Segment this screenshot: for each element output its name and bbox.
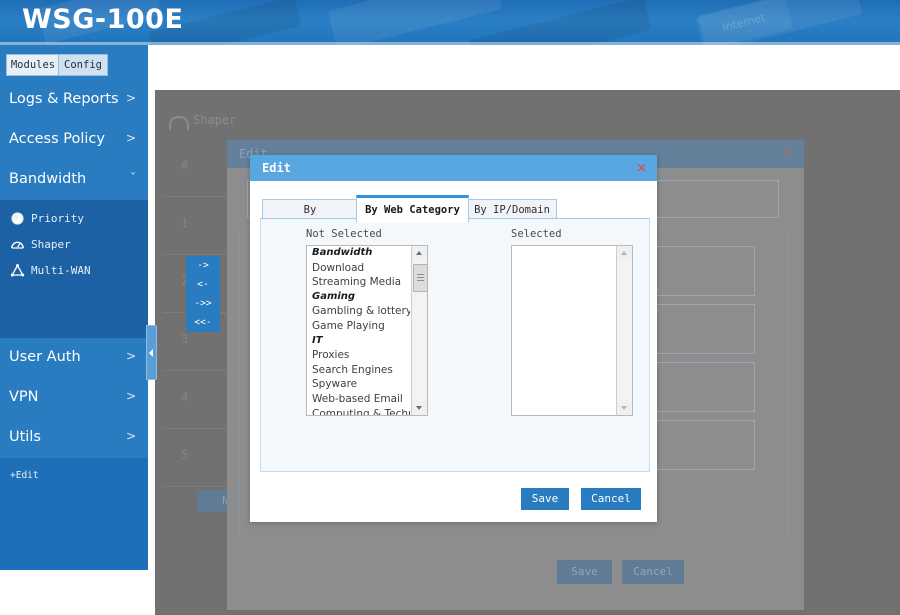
not-selected-items[interactable]: Bandwidth Download Streaming Media Gaming Ga… xyxy=(307,246,410,415)
sidebar: Modules Config Logs & Reports > Access P… xyxy=(0,45,150,570)
list-item[interactable]: Download xyxy=(307,261,410,276)
sidebar-item-priority[interactable]: Priority xyxy=(0,206,148,232)
modal-title: Edit xyxy=(262,161,291,175)
list-item[interactable]: Gambling & lottery xyxy=(307,304,410,319)
web-category-panel: Not Selected Selected Bandwidth Download S… xyxy=(260,219,650,472)
background-cancel-button: Cancel xyxy=(622,560,684,584)
gauge-icon xyxy=(10,237,25,252)
sidebar-item-label: Bandwidth xyxy=(9,171,87,187)
move-all-left-button[interactable]: <<- xyxy=(186,313,220,332)
tab-modules[interactable]: Modules xyxy=(6,54,60,76)
sidebar-item-multi-wan[interactable]: Multi-WAN xyxy=(0,258,148,284)
gauge-icon xyxy=(169,116,189,130)
sidebar-item-access-policy[interactable]: Access Policy > xyxy=(0,120,148,161)
cancel-button[interactable]: Cancel xyxy=(581,488,641,510)
sidebar-item-shaper[interactable]: Shaper xyxy=(0,232,148,258)
list-item[interactable]: Streaming Media xyxy=(307,275,410,290)
close-icon: ✕ xyxy=(783,144,792,160)
list-group-header[interactable]: Bandwidth xyxy=(307,246,410,261)
list-group-header[interactable]: IT xyxy=(307,334,410,349)
table-cell: 3 xyxy=(181,332,189,346)
scroll-down-button[interactable] xyxy=(617,401,632,415)
sidebar-item-utils[interactable]: Utils > xyxy=(0,418,148,459)
sidebar-item-user-auth[interactable]: User Auth > xyxy=(0,338,148,379)
modal-tabs: By Applications By Web Category By IP/Do… xyxy=(260,195,650,236)
circle-icon xyxy=(10,211,25,226)
edit-modal: Edit ✕ By Applications By Web Category B… xyxy=(250,155,657,522)
sidebar-item-label: Multi-WAN xyxy=(31,264,91,277)
sidebar-subgroup-bandwidth: Priority Shaper Multi-WAN xyxy=(0,200,148,338)
list-item[interactable]: Computing & Technology xyxy=(307,407,410,415)
chevron-right-icon: > xyxy=(125,349,136,363)
chevron-right-icon: > xyxy=(125,389,136,403)
transfer-button-group: -> <- ->> <<- xyxy=(186,256,220,332)
caret-up-icon xyxy=(416,251,422,255)
table-cell: 1 xyxy=(181,216,189,230)
sidebar-edit-section: +Edit xyxy=(0,458,148,570)
caret-up-icon xyxy=(621,251,627,255)
sidebar-item-vpn[interactable]: VPN > xyxy=(0,378,148,419)
background-page-title: Shaper xyxy=(193,113,237,127)
sidebar-item-label: VPN xyxy=(9,389,39,405)
chevron-right-icon: > xyxy=(125,91,136,105)
banner-key-graphic: Internet xyxy=(695,0,793,45)
list-item[interactable]: Spyware xyxy=(307,377,410,392)
sidebar-item-label: Utils xyxy=(9,429,41,445)
selected-label: Selected xyxy=(511,228,562,240)
sidebar-collapse-handle[interactable] xyxy=(146,325,157,380)
page-title: WSG-100E xyxy=(22,4,184,35)
chevron-right-icon: > xyxy=(125,131,136,145)
sidebar-item-label: Access Policy xyxy=(9,131,105,147)
scrollbar-thumb[interactable] xyxy=(413,264,428,292)
sidebar-item-logs-reports[interactable]: Logs & Reports > xyxy=(0,80,148,121)
tab-config[interactable]: Config xyxy=(58,54,108,76)
close-icon[interactable]: ✕ xyxy=(637,158,646,176)
scrollbar-vertical[interactable] xyxy=(411,246,428,415)
move-all-right-button[interactable]: ->> xyxy=(186,294,220,313)
sidebar-edit-link[interactable]: +Edit xyxy=(10,470,39,481)
chevron-left-icon xyxy=(149,349,153,357)
scrollbar-vertical[interactable] xyxy=(616,246,632,415)
list-item[interactable]: Proxies xyxy=(307,348,410,363)
not-selected-label: Not Selected xyxy=(306,228,382,240)
table-cell: 4 xyxy=(181,390,189,404)
sidebar-item-label: User Auth xyxy=(9,349,81,365)
caret-down-icon xyxy=(416,406,422,410)
caret-down-icon xyxy=(621,406,627,410)
sidebar-item-label: Logs & Reports xyxy=(9,91,119,107)
save-button[interactable]: Save xyxy=(521,488,569,510)
background-save-button: Save xyxy=(557,560,612,584)
list-item[interactable]: Game Playing xyxy=(307,319,410,334)
app-banner: Internet WSG-100E xyxy=(0,0,900,45)
selected-listbox[interactable] xyxy=(511,245,633,416)
sidebar-tabstrip: Modules Config xyxy=(0,45,148,80)
list-group-header[interactable]: Gaming xyxy=(307,290,410,305)
move-right-button[interactable]: -> xyxy=(186,256,220,275)
list-item[interactable]: Web-based Email xyxy=(307,392,410,407)
modal-body: By Applications By Web Category By IP/Do… xyxy=(250,181,657,522)
table-cell: 5 xyxy=(181,448,189,462)
network-triangle-icon xyxy=(10,263,25,278)
move-left-button[interactable]: <- xyxy=(186,275,220,294)
chevron-down-icon: ˇ xyxy=(130,171,136,185)
sidebar-item-label: Shaper xyxy=(31,238,71,251)
sidebar-item-bandwidth[interactable]: Bandwidth ˇ xyxy=(0,160,148,201)
not-selected-listbox[interactable]: Bandwidth Download Streaming Media Gaming Ga… xyxy=(306,245,428,416)
modal-header: Edit ✕ xyxy=(250,155,657,181)
table-cell: # xyxy=(181,158,189,172)
scroll-up-button[interactable] xyxy=(412,246,427,260)
chevron-right-icon: > xyxy=(125,429,136,443)
scroll-down-button[interactable] xyxy=(412,401,427,415)
sidebar-item-label: Priority xyxy=(31,212,84,225)
scroll-up-button[interactable] xyxy=(617,246,632,260)
tab-by-web-category[interactable]: By Web Category xyxy=(356,195,469,223)
list-item[interactable]: Search Engines xyxy=(307,363,410,378)
